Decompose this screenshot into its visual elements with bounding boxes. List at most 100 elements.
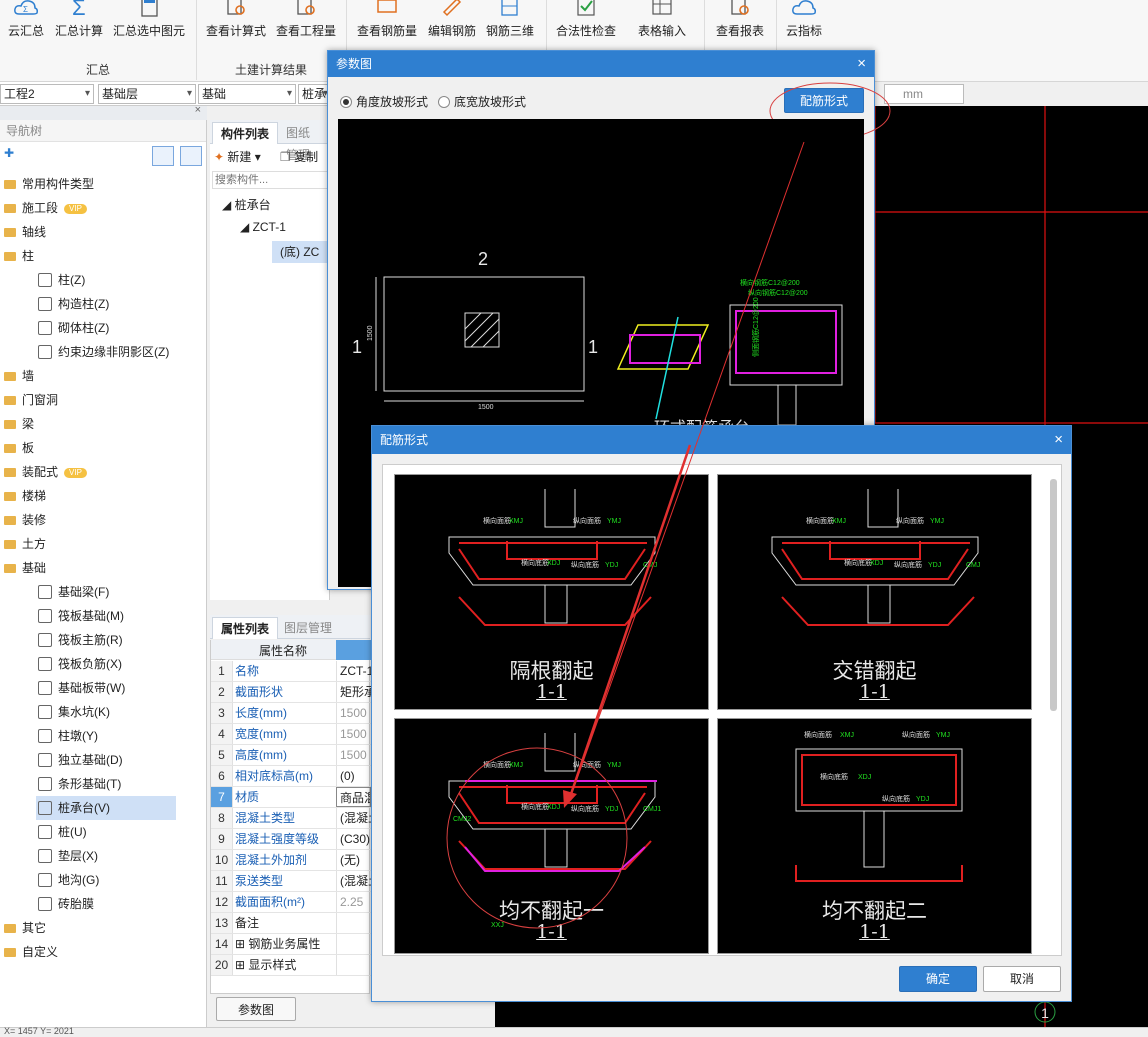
rebar-form-option[interactable]: 横向面筋 XMJ 纵向面筋 YMJ 横向底筋 XDJ 纵向底筋 YDJ 均不翻起二 1-1 [717,718,1032,954]
property-value[interactable]: (混凝土 [336,808,371,828]
ribbon-label: 查看报表 [715,24,764,38]
nav-item[interactable]: 筏板负筋(X) [36,652,176,676]
property-row[interactable]: 2截面形状 矩形承 [211,682,371,703]
property-row[interactable]: 11泵送类型 (混凝土 [211,871,371,892]
nav-item[interactable]: 其它 [0,916,206,940]
summary-calc-button[interactable]: Σ 汇总计算 [54,0,104,60]
nav-item[interactable]: 桩(U) [36,820,176,844]
nav-item[interactable]: 墙 [0,364,206,388]
property-value[interactable]: (混凝土 [336,871,371,891]
property-row[interactable]: 10 混凝土外加剂 (无) [211,850,371,871]
property-value[interactable]: 2.25 [336,892,371,912]
nav-item[interactable]: 砌体柱(Z) [36,316,176,340]
nav-item[interactable]: 地沟(G) [36,868,176,892]
property-row[interactable]: 14 ⊞ 钢筋业务属性 [211,934,371,955]
nav-item[interactable]: 条形基础(T) [36,772,176,796]
nav-item[interactable]: 独立基础(D) [36,748,176,772]
property-row[interactable]: 6 相对底标高(m) (0) [211,766,371,787]
nav-item[interactable]: 梁 [0,412,206,436]
cloud-summary-button[interactable]: Σ 云汇总 [4,0,48,60]
property-row[interactable]: 5 高度(mm) 1500 [211,745,371,766]
property-value[interactable] [336,955,371,975]
nav-item[interactable]: 构造柱(Z) [36,292,176,316]
nav-item[interactable]: 柱 [0,244,206,268]
nav-item[interactable]: 施工段 VIP [0,196,206,220]
component-search-input[interactable] [212,171,328,189]
param-diagram-button[interactable]: 参数图 [216,997,296,1021]
close-icon[interactable]: × [1054,426,1063,454]
nav-item[interactable]: 垫层(X) [36,844,176,868]
nav-item[interactable]: 轴线 [0,220,206,244]
nav-item[interactable]: 柱墩(Y) [36,724,176,748]
nav-item[interactable]: 土方 [0,532,206,556]
radio-width-slope[interactable]: 底宽放坡形式 [438,93,526,110]
nav-item[interactable]: 基础 [0,556,206,580]
nav-item[interactable]: 板 [0,436,206,460]
property-row[interactable]: 1 名称 ZCT-1 [211,661,371,682]
nav-item[interactable]: 门窗洞 [0,388,206,412]
card-view-icon[interactable] [180,146,202,166]
category-select[interactable]: 基础 [198,84,296,104]
tab-layer-manage[interactable]: 图层管理 [276,617,340,639]
nav-item[interactable]: 集水坑(K) [36,700,176,724]
property-row[interactable]: 13 备注 [211,913,371,934]
nav-item[interactable]: 基础梁(F) [36,580,176,604]
new-button[interactable]: ✦ 新建 ▾ [214,148,261,165]
list-view-icon[interactable] [152,146,174,166]
expand-icon[interactable]: ⊞ [235,937,248,951]
ok-button[interactable]: 确定 [899,966,977,992]
property-row[interactable]: 9 混凝土强度等级 (C30) [211,829,371,850]
tree-node-zct[interactable]: ◢ ZCT-1 [240,220,286,234]
close-icon[interactable]: × [857,51,866,77]
property-row[interactable]: 4 宽度(mm) 1500 [211,724,371,745]
nav-item[interactable]: 约束边缘非阴影区(Z) [36,340,176,364]
property-row[interactable]: 3 长度(mm) 1500 [211,703,371,724]
nav-item[interactable]: 筏板主筋(R) [36,628,176,652]
property-value[interactable] [336,934,371,954]
property-value[interactable]: 1500 [336,724,371,744]
property-value[interactable]: (无) [336,850,371,870]
property-value[interactable] [336,913,371,933]
rebar-form-option[interactable]: 横向面筋 XMJ 纵向面筋 YMJ 横向底筋 XDJ 纵向底筋 YDJ CMJ 交错翻起 1-1 [717,474,1032,710]
rebar-form-option[interactable]: 横向面筋 XMJ 纵向面筋 YMJ 横向底筋 XDJ 纵向底筋 YDJ CMJ1 CMJ2 XXJ 均… [394,718,709,954]
property-row[interactable]: 20 ⊞ 显示样式 [211,955,371,976]
property-value[interactable]: 1500 [336,703,371,723]
floor-select[interactable]: 基础层 [98,84,196,104]
summary-selected-button[interactable]: 汇总选中图元 [112,0,186,60]
property-value[interactable]: (C30) [336,829,371,849]
nav-item[interactable]: 基础板带(W) [36,676,176,700]
tree-node-selected[interactable]: (底) ZC [272,241,330,263]
close-icon[interactable]: × [195,104,201,116]
rebar-form-option[interactable]: 横向面筋 XMJ 纵向面筋 YMJ 横向底筋 XDJ 纵向底筋 YDJ CMJ 隔根翻起 1-1 [394,474,709,710]
cancel-button[interactable]: 取消 [983,966,1061,992]
tab-property-list[interactable]: 属性列表 [212,617,279,639]
nav-item[interactable]: 装修 [0,508,206,532]
view-formula-button[interactable]: 查看计算式 [204,0,268,60]
tab-drawing-manage[interactable]: 图纸管理 [278,122,329,162]
nav-item[interactable]: 柱(Z) [36,268,176,292]
property-value[interactable]: ZCT-1 [336,661,371,681]
copy-button[interactable]: ❐ 复制 [280,148,318,165]
property-row[interactable]: 8混凝土类型 (混凝土 [211,808,371,829]
nav-item[interactable]: 装配式 VIP [0,460,206,484]
property-value[interactable]: 矩形承 [336,682,371,702]
nav-item[interactable]: 楼梯 [0,484,206,508]
nav-item[interactable]: 自定义 [0,940,206,964]
nav-item[interactable]: 常用构件类型 [0,172,206,196]
property-value[interactable]: 1500 [336,745,371,765]
nav-item[interactable]: 砖胎膜 [36,892,176,916]
nav-item[interactable]: 筏板基础(M) [36,604,176,628]
property-row[interactable]: 12 截面面积(m²) 2.25 [211,892,371,913]
unit-field[interactable]: mm [884,84,964,104]
property-value[interactable]: 商品混 [336,787,371,807]
radio-angle-slope[interactable]: 角度放坡形式 [340,93,428,110]
property-value[interactable]: (0) [336,766,371,786]
tree-node-root[interactable]: ◢ 桩承台 [222,196,271,213]
tab-component-list[interactable]: 构件列表 [212,122,279,144]
nav-item[interactable]: 桩承台(V) [36,796,176,820]
add-icon[interactable]: ✚ [4,146,14,160]
project-select[interactable]: 工程2 [0,84,94,104]
expand-icon[interactable]: ⊞ [235,958,248,972]
property-row[interactable]: 7材质 商品混 [211,787,371,808]
scrollbar-thumb[interactable] [1050,479,1057,711]
